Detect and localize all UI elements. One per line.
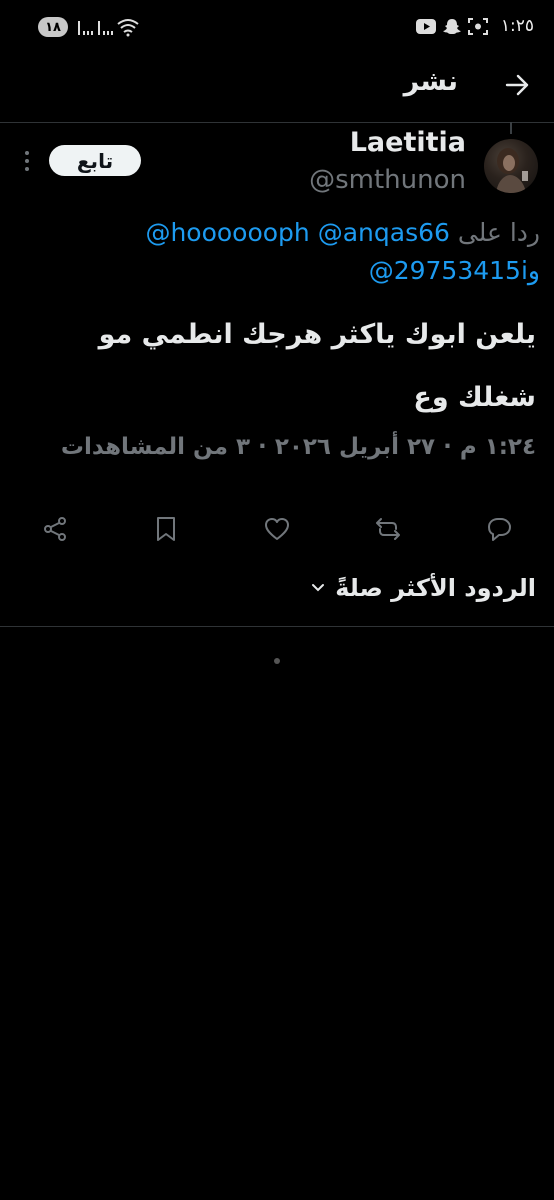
screen-record-icon <box>468 18 488 35</box>
bookmark-button[interactable] <box>150 513 182 545</box>
reply-button[interactable] <box>483 513 515 545</box>
share-button[interactable] <box>39 513 71 545</box>
user-handle[interactable]: @smthunon <box>309 165 466 195</box>
heart-icon <box>265 518 289 540</box>
bookmark-icon <box>157 517 175 541</box>
snapchat-icon <box>443 19 461 34</box>
header-divider <box>0 122 554 123</box>
avatar[interactable] <box>484 139 538 193</box>
signal-icon <box>78 19 94 35</box>
repost-icon <box>376 518 400 540</box>
youtube-icon <box>416 19 436 34</box>
page-title: نشر <box>403 66 458 97</box>
loading-indicator <box>274 658 280 664</box>
repost-button[interactable] <box>372 513 404 545</box>
signal-icon-2 <box>98 19 114 35</box>
replies-sort-dropdown[interactable]: الردود الأكثر صلةً <box>311 574 536 602</box>
chevron-down-icon <box>312 584 325 592</box>
more-options-icon[interactable] <box>24 149 30 173</box>
follow-button[interactable]: تابع <box>49 145 141 176</box>
avatar-photo <box>496 148 528 193</box>
reply-mention-extra[interactable]: @29753415i <box>369 256 528 285</box>
share-icon <box>44 517 66 541</box>
reply-prefix: ردا على <box>457 218 540 247</box>
replies-divider <box>0 626 554 627</box>
tweet-text: يلعن ابوك ياكثر هرجك انطمي مو شغلك وع <box>98 319 536 413</box>
thread-line <box>510 122 512 134</box>
battery-indicator: ١٨ <box>38 17 68 37</box>
status-bar: ١٨ ١:٢٥ <box>0 0 554 58</box>
reply-icon <box>488 518 511 541</box>
display-name[interactable]: Laetitia <box>350 127 466 158</box>
reply-mentions[interactable]: @hooooooph @anqas66 <box>145 218 449 247</box>
back-arrow-icon[interactable] <box>502 70 532 100</box>
clock: ١:٢٥ <box>500 16 534 36</box>
tweet-timestamp: ١:٢٤ م · ٢٧ أبريل ٢٠٢٦ · ٣ من المشاهدات <box>60 434 536 460</box>
wifi-icon <box>117 19 139 37</box>
reply-context: ردا على @hooooooph @anqas66 و@29753415i <box>90 214 540 290</box>
reply-conjunction: و <box>527 256 540 285</box>
replies-sort-label: الردود الأكثر صلةً <box>335 574 536 602</box>
like-button[interactable] <box>261 513 293 545</box>
